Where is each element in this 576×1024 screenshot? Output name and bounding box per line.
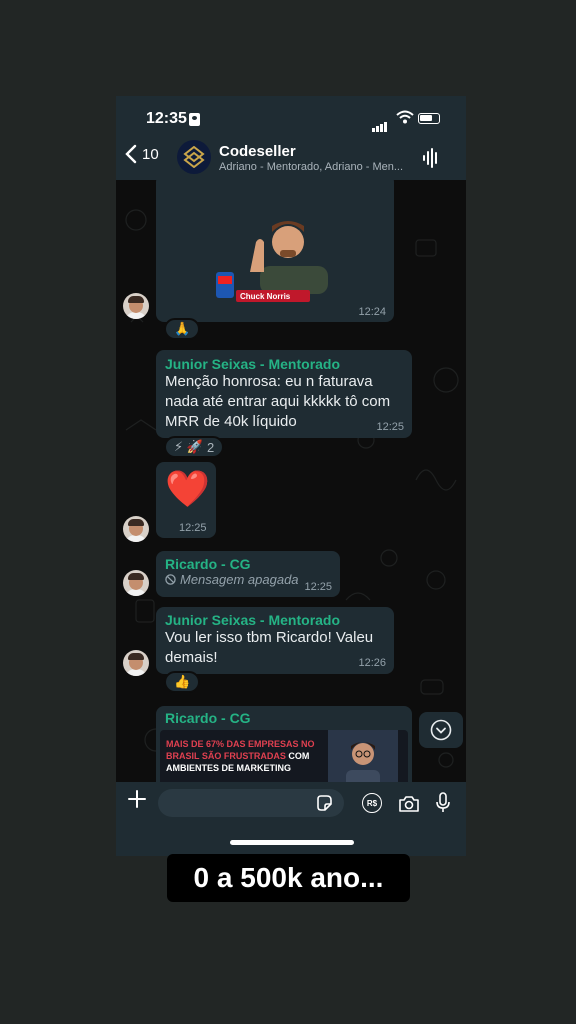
- reaction-badge[interactable]: ⚡ 🚀 2: [164, 436, 225, 458]
- reaction-badge[interactable]: 👍: [164, 671, 201, 693]
- deleted-message[interactable]: Ricardo - CG Mensagem apagada 12:25: [156, 551, 340, 597]
- reaction-count: 2: [206, 439, 215, 455]
- chat-header: 10 Codeseller Adriano - Mentorado, Adria…: [116, 136, 466, 180]
- codeseller-logo-icon: [183, 146, 205, 168]
- message-line: MRR de 40k líquido: [165, 413, 297, 430]
- group-participants[interactable]: Adriano - Mentorado, Adriano - Men...: [219, 161, 409, 173]
- text-message[interactable]: Junior Seixas - Mentorado Menção honrosa…: [156, 350, 412, 438]
- contact-card-icon: [189, 113, 200, 126]
- sticker-message[interactable]: Chuck Norris 12:24: [156, 180, 394, 322]
- message-composer: R$: [116, 782, 466, 856]
- avatar[interactable]: [123, 650, 149, 676]
- message-time: 12:25: [304, 581, 332, 593]
- marketing-banner[interactable]: MAIS DE 67% DAS EMPRESAS NO BRASIL SÃO F…: [160, 730, 408, 782]
- message-list[interactable]: Chuck Norris 12:24 🙏 Junior Seixas - Men…: [116, 180, 466, 782]
- payment-icon[interactable]: R$: [362, 793, 382, 813]
- story-caption: 0 a 500k ano...: [167, 854, 410, 902]
- message-line: demais!: [165, 649, 218, 666]
- message-time: 12:26: [358, 657, 386, 669]
- message-line: nada até entrar aqui kkkkk tô com: [165, 393, 391, 410]
- banner-line-3: AMBIENTES DE MARKETING: [166, 763, 292, 773]
- heart-emoji: ❤️: [165, 468, 210, 509]
- banner-line-1: MAIS DE 67% DAS EMPRESAS NO: [166, 739, 315, 749]
- banner-line-2-white: COM: [285, 751, 310, 761]
- audio-call-icon[interactable]: [422, 148, 440, 168]
- image-message[interactable]: Ricardo - CG MAIS DE 67% DAS EMPRESAS NO…: [156, 706, 412, 782]
- status-bar: 12:35: [116, 96, 466, 136]
- sender-name[interactable]: Junior Seixas - Mentorado: [165, 612, 385, 628]
- sticker-caption: Chuck Norris: [240, 292, 291, 301]
- plus-icon[interactable]: [128, 790, 146, 808]
- back-button[interactable]: 10: [124, 144, 159, 164]
- chevron-left-icon: [125, 144, 137, 164]
- frustrated-person-image: [328, 730, 398, 782]
- phone-screen: 12:35 10 Codeseller Adriano - Mentorado,…: [116, 96, 466, 856]
- deleted-text: Mensagem apagada: [180, 572, 299, 587]
- banner-line-2-red: BRASIL SÃO FRUSTRADAS: [166, 751, 286, 761]
- camera-icon[interactable]: [398, 795, 420, 813]
- message-line: Vou ler isso tbm Ricardo! Valeu: [165, 629, 374, 646]
- group-name[interactable]: Codeseller: [219, 143, 296, 160]
- cellular-signal-icon: [372, 114, 388, 132]
- payment-label: R$: [366, 798, 378, 808]
- sticker-icon[interactable]: [316, 795, 332, 811]
- chevron-down-circle-icon: [430, 719, 452, 741]
- avatar[interactable]: [123, 293, 149, 319]
- avatar[interactable]: [123, 516, 149, 542]
- message-time: 12:24: [358, 306, 386, 318]
- reaction-badge[interactable]: 🙏: [164, 318, 201, 340]
- battery-icon: [418, 113, 440, 124]
- sender-name[interactable]: Junior Seixas - Mentorado: [165, 356, 403, 372]
- unread-count: 10: [142, 145, 159, 163]
- text-message[interactable]: Junior Seixas - Mentorado Vou ler isso t…: [156, 607, 394, 674]
- sender-name[interactable]: Ricardo - CG: [165, 556, 331, 572]
- home-indicator: [230, 840, 354, 845]
- status-time: 12:35: [146, 110, 187, 127]
- microphone-icon[interactable]: [436, 792, 450, 814]
- emoji-message[interactable]: ❤️ 12:25: [156, 462, 216, 538]
- chuck-norris-sticker: [216, 221, 328, 302]
- message-time: 12:25: [179, 522, 207, 534]
- blocked-icon: [165, 574, 176, 585]
- wifi-icon: [396, 110, 414, 124]
- reaction-emojis: ⚡ 🚀: [174, 439, 203, 454]
- message-time: 12:25: [376, 421, 404, 433]
- scroll-to-bottom-button[interactable]: [419, 712, 463, 748]
- sender-name[interactable]: Ricardo - CG: [161, 710, 407, 726]
- avatar[interactable]: [123, 570, 149, 596]
- message-line: Menção honrosa: eu n faturava: [165, 373, 373, 390]
- group-avatar[interactable]: [177, 140, 211, 174]
